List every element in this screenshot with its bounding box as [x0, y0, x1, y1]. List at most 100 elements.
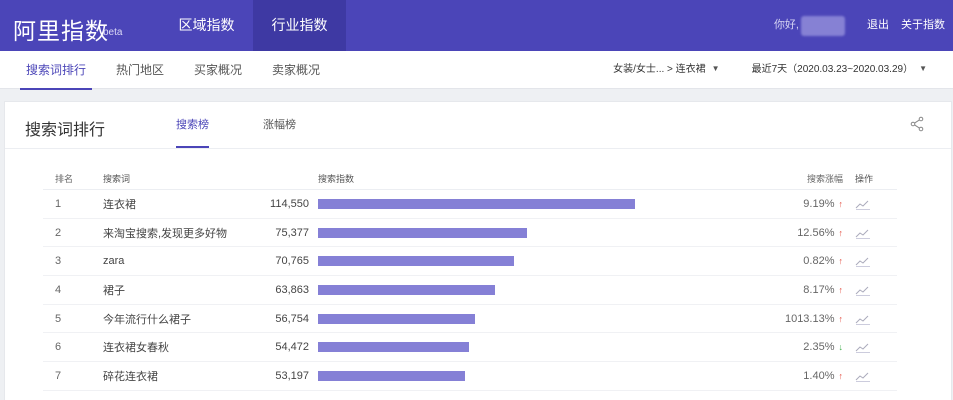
- row-rank: 3: [55, 255, 62, 268]
- row-change-value: 2.35%: [803, 341, 835, 354]
- arrow-up-icon: ↑: [838, 256, 844, 267]
- arrow-up-icon: ↑: [838, 284, 844, 295]
- row-change-value: 9.19%: [803, 197, 835, 210]
- trend-chart-icon[interactable]: [855, 313, 871, 325]
- row-word[interactable]: 碎花连衣裙: [103, 362, 253, 390]
- category-dropdown[interactable]: 女装/女士... > 连衣裙 ▼: [613, 51, 719, 89]
- sub-nav: 搜索词排行 热门地区 买家概况 卖家概况 女装/女士... > 连衣裙 ▼ 最近7…: [0, 51, 953, 90]
- panel-tabs: 搜索榜 涨幅榜: [165, 102, 339, 148]
- header-index: 搜索指数: [318, 174, 355, 184]
- table-row: 7 碎花连衣裙 53,197 1.40% ↑: [43, 362, 897, 391]
- header-word: 搜索词: [103, 174, 131, 184]
- row-word[interactable]: 今年流行什么裙子: [103, 305, 253, 333]
- row-change: 8.17% ↑: [743, 276, 843, 304]
- tab-rise-list[interactable]: 涨幅榜: [252, 102, 307, 148]
- ranking-table: 排名 搜索词 搜索指数 搜索涨幅 操作 1 连衣裙 114,550 9.19% ↑ 2 来淘…: [43, 168, 897, 391]
- row-word[interactable]: 连衣裙: [103, 190, 253, 218]
- filters: 女装/女士... > 连衣裙 ▼ 最近7天（2020.03.23~2020.03.…: [581, 51, 927, 89]
- user-area: 你好, 退出 关于指数: [774, 0, 945, 51]
- trend-chart-icon[interactable]: [855, 341, 871, 354]
- row-ops: [855, 190, 877, 218]
- row-index-bar: [318, 313, 476, 324]
- row-rank: 1: [55, 197, 62, 210]
- row-index-value: 75,377: [275, 226, 309, 239]
- date-range-value: 最近7天（2020.03.23~2020.03.29）: [751, 64, 914, 75]
- chevron-down-icon: ▼: [919, 64, 927, 73]
- header-rank: 排名: [55, 174, 74, 184]
- logo[interactable]: 阿里指数: [13, 12, 109, 46]
- category-value: 女装/女士... > 连衣裙: [613, 64, 706, 75]
- row-index-value: 70,765: [275, 255, 309, 268]
- row-change-value: 1013.13%: [784, 312, 835, 325]
- row-index-value: 63,863: [275, 283, 309, 296]
- tab-search-list[interactable]: 搜索榜: [165, 102, 220, 148]
- row-index-bar: [318, 198, 636, 209]
- row-index-bar: [318, 227, 527, 238]
- row-rank: 4: [55, 283, 62, 296]
- tab-buyer-overview[interactable]: 买家概况: [182, 51, 254, 89]
- row-ops: [855, 333, 877, 361]
- tab-seller-overview[interactable]: 卖家概况: [260, 51, 332, 89]
- row-word[interactable]: 裙子: [103, 276, 253, 304]
- arrow-up-icon: ↑: [838, 198, 844, 209]
- tab-search-ranking[interactable]: 搜索词排行: [14, 51, 98, 90]
- tab-hot-regions[interactable]: 热门地区: [104, 51, 176, 89]
- about-link[interactable]: 关于指数: [901, 0, 945, 51]
- row-word[interactable]: 来淘宝搜索,发现更多好物: [103, 219, 253, 247]
- row-index-bar: [318, 342, 469, 353]
- trend-chart-icon[interactable]: [855, 370, 871, 382]
- top-header: 阿里指数 beta 区域指数 行业指数 你好, 退出 关于指数: [0, 0, 953, 51]
- share-icon[interactable]: [909, 116, 925, 132]
- row-rank: 5: [55, 312, 62, 325]
- ranking-panel: 搜索词排行 搜索榜 涨幅榜 排名 搜索词 搜索指数 搜索涨幅 操作 1 连衣裙 11…: [4, 101, 952, 400]
- header-change: 搜索涨幅: [806, 174, 843, 184]
- chevron-down-icon: ▼: [711, 64, 720, 73]
- row-index-bar-track: [318, 305, 738, 333]
- trend-chart-icon[interactable]: [855, 284, 871, 296]
- table-row: 4 裙子 63,863 8.17% ↑: [43, 276, 897, 305]
- row-change: 12.56% ↑: [743, 219, 843, 247]
- sub-nav-tabs: 搜索词排行 热门地区 买家概况 卖家概况: [14, 51, 338, 90]
- table-row: 3 zara 70,765 0.82% ↑: [43, 247, 897, 277]
- top-nav-industry-index[interactable]: 行业指数: [253, 0, 346, 51]
- row-index-value: 114,550: [270, 197, 309, 210]
- row-index-value: 56,754: [275, 312, 309, 325]
- row-ops: [855, 362, 877, 390]
- row-index-bar: [318, 284, 495, 295]
- panel-title: 搜索词排行: [25, 122, 106, 139]
- row-index-bar-track: [318, 219, 738, 247]
- trend-chart-icon[interactable]: [855, 227, 871, 239]
- row-index-bar-track: [318, 276, 738, 304]
- trend-chart-icon[interactable]: [855, 255, 871, 268]
- logout-link[interactable]: 退出: [867, 0, 889, 51]
- row-index-bar-track: [318, 190, 738, 218]
- table-row: 5 今年流行什么裙子 56,754 1013.13% ↑: [43, 305, 897, 334]
- greeting-text: 你好,: [773, 19, 799, 31]
- row-change-value: 12.56%: [797, 226, 835, 239]
- row-index-value: 54,472: [275, 341, 309, 354]
- row-change: 2.35% ↓: [743, 333, 843, 361]
- row-change-value: 1.40%: [803, 369, 835, 382]
- top-nav-region-index[interactable]: 区域指数: [160, 0, 253, 51]
- row-index-value: 53,197: [275, 369, 309, 382]
- masked-username: [801, 15, 845, 36]
- date-range-dropdown[interactable]: 最近7天（2020.03.23~2020.03.29） ▼: [752, 51, 927, 89]
- row-index-bar: [318, 256, 514, 267]
- row-ops: [855, 219, 877, 247]
- top-nav: 区域指数 行业指数: [160, 0, 346, 51]
- table-body: 1 连衣裙 114,550 9.19% ↑ 2 来淘宝搜索,发现更多好物 75,377 12.5…: [43, 190, 897, 391]
- arrow-up-icon: ↑: [838, 313, 844, 324]
- row-change: 0.82% ↑: [743, 247, 843, 275]
- trend-chart-icon[interactable]: [855, 198, 871, 210]
- header-ops: 操作: [855, 174, 874, 184]
- row-rank: 6: [55, 341, 62, 354]
- table-header: 排名 搜索词 搜索指数 搜索涨幅 操作: [43, 168, 897, 190]
- row-ops: [855, 247, 877, 275]
- table-row: 6 连衣裙女春秋 54,472 2.35% ↓: [43, 333, 897, 363]
- table-row: 2 来淘宝搜索,发现更多好物 75,377 12.56% ↑: [43, 219, 897, 248]
- row-word[interactable]: zara: [103, 247, 253, 275]
- row-rank: 2: [55, 226, 62, 239]
- arrow-down-icon: ↓: [838, 342, 844, 353]
- panel-divider: [5, 148, 951, 149]
- row-word[interactable]: 连衣裙女春秋: [103, 333, 253, 361]
